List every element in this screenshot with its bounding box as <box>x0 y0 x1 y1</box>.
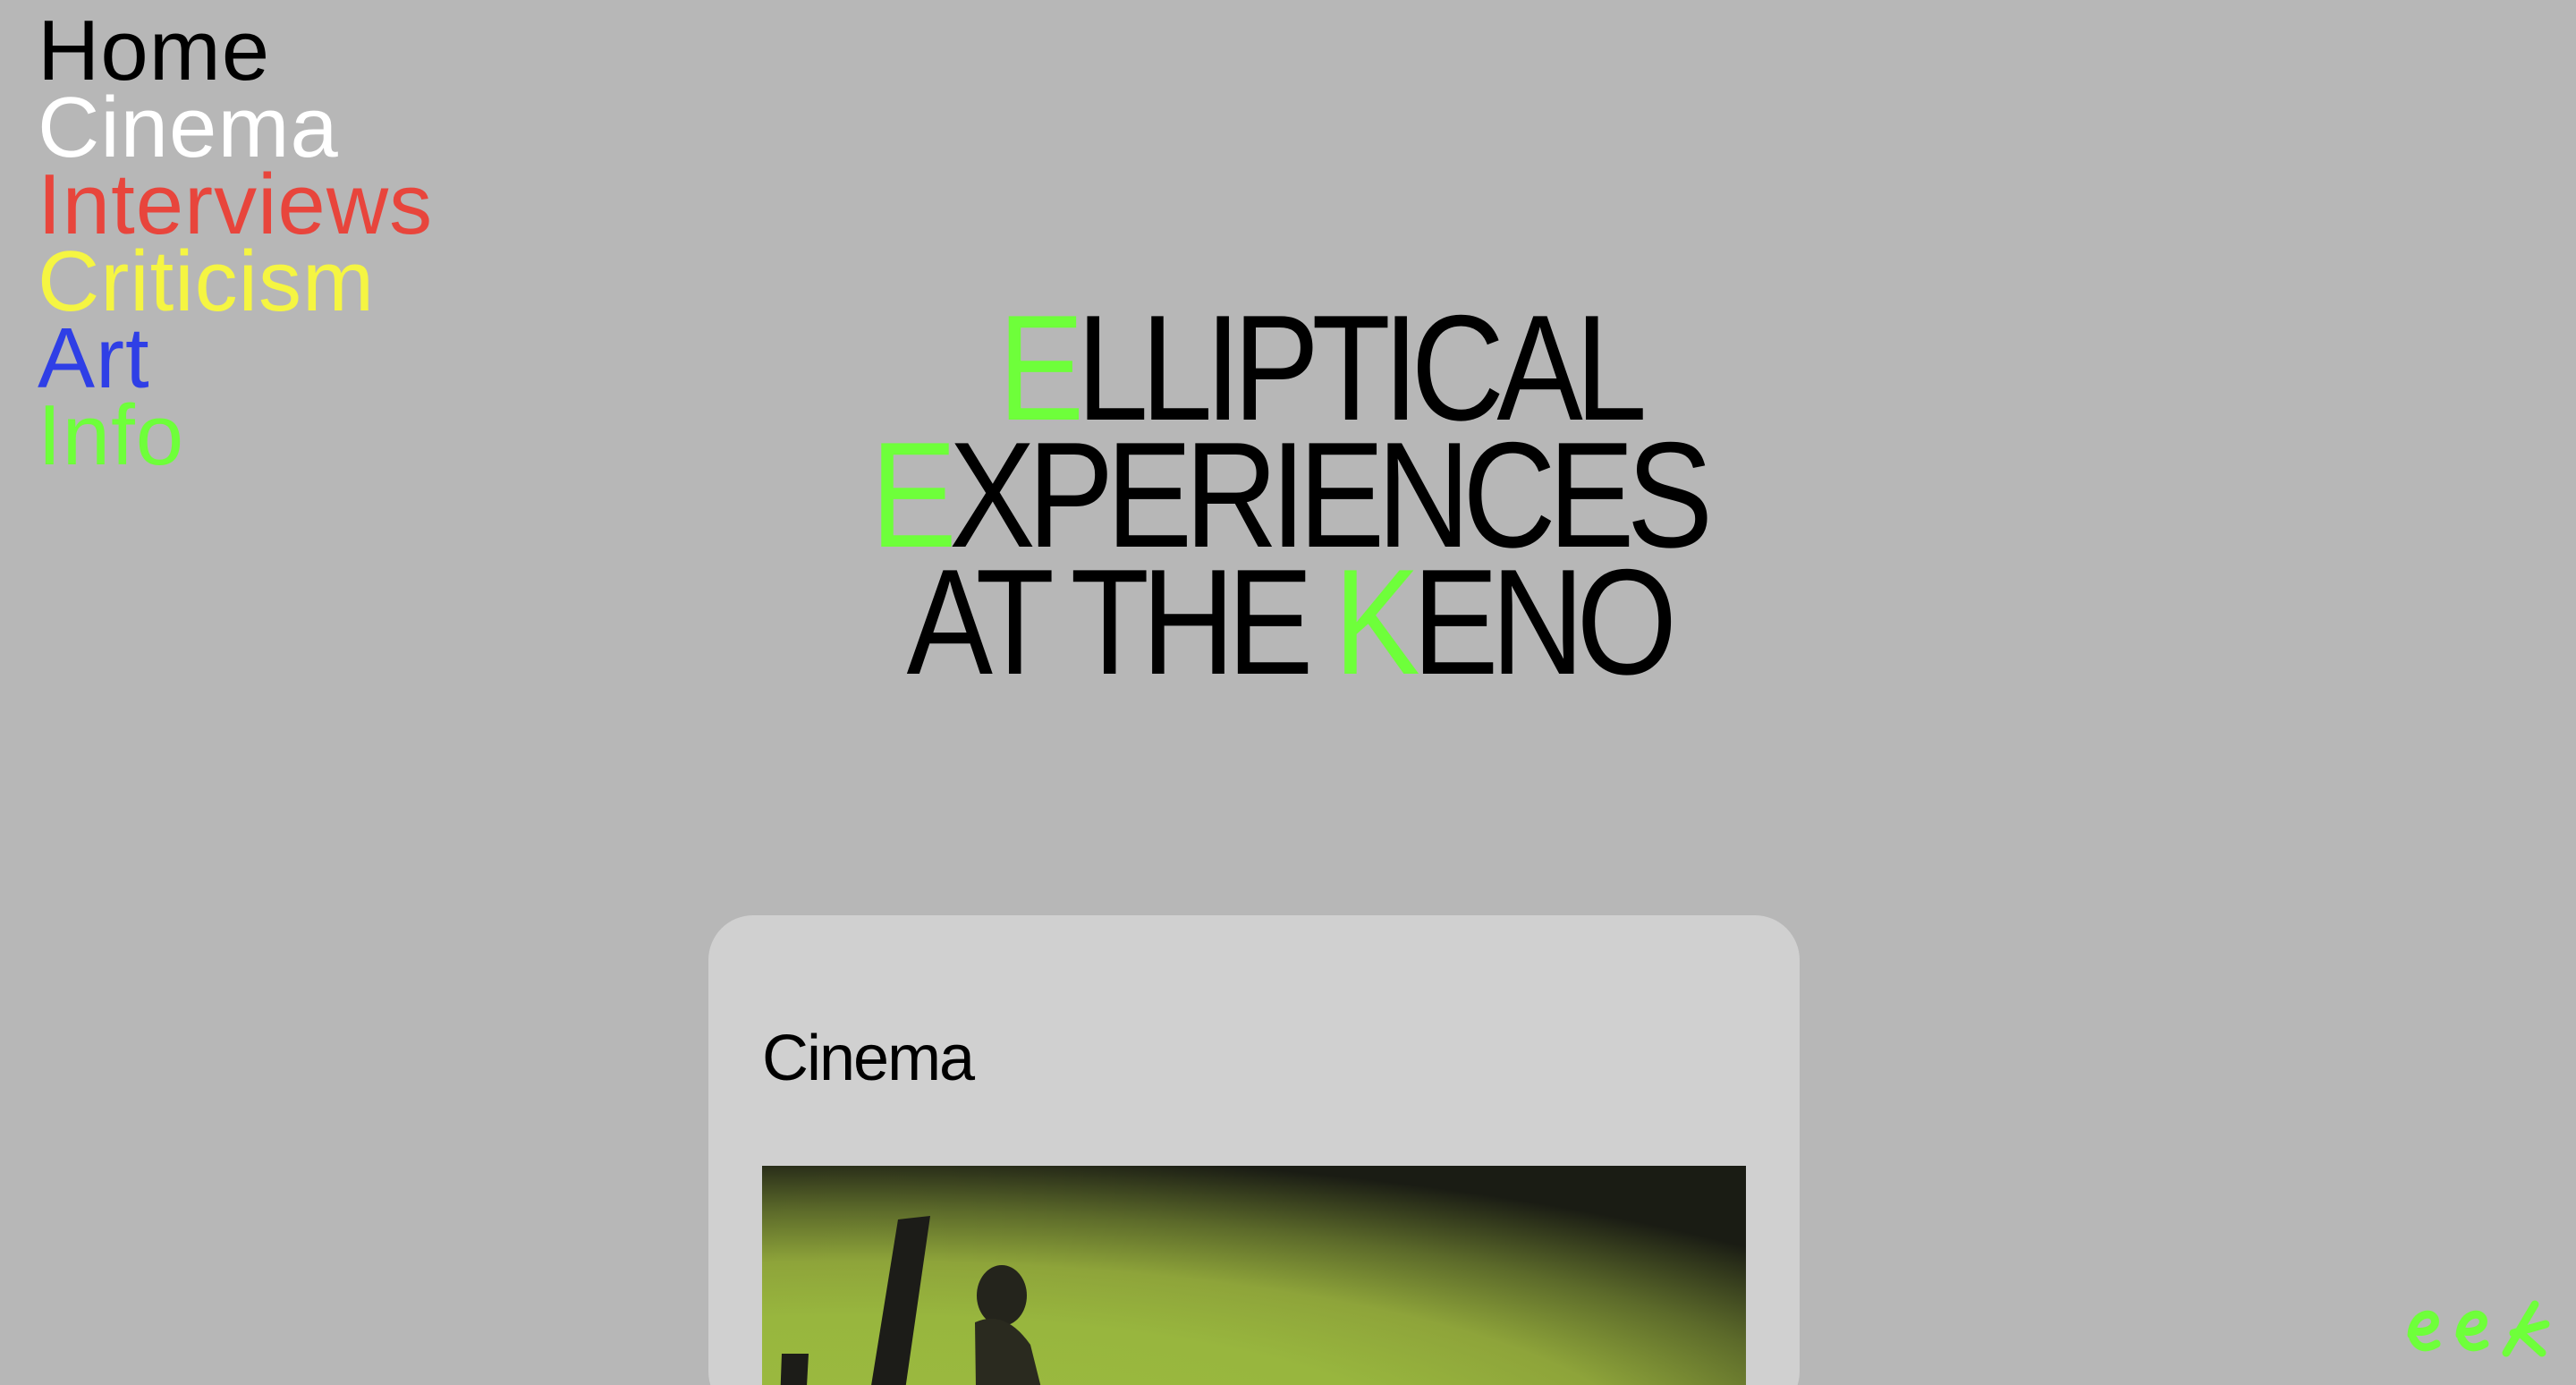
film-still-image[interactable] <box>762 1166 1746 1385</box>
logo-letter-e1 <box>2407 1310 2441 1352</box>
logo-letter-k <box>2502 1300 2550 1357</box>
nav-home-link[interactable]: Home <box>38 8 433 94</box>
title-initial-k: K <box>1334 538 1419 706</box>
nav-cinema-link[interactable]: Cinema <box>38 85 433 171</box>
film-still-silhouettes <box>780 1216 1041 1385</box>
film-still-figure-body <box>975 1319 1041 1385</box>
site-title: ELLIPTICAL EXPERIENCES AT THE KENO <box>181 293 2396 697</box>
logo-letter-e2 <box>2455 1310 2489 1352</box>
cinema-card[interactable]: Cinema <box>708 915 1800 1385</box>
title-words-at-the: AT THE <box>906 538 1335 706</box>
nav-interviews-link[interactable]: Interviews <box>38 162 433 248</box>
eek-logo-icon[interactable] <box>2401 1297 2553 1360</box>
title-word-keno: ENO <box>1412 538 1677 706</box>
title-line-3: AT THE KENO <box>181 547 2396 697</box>
eek-logo-glyphs <box>2407 1300 2550 1357</box>
film-still-post-shape <box>871 1216 930 1385</box>
card-title: Cinema <box>762 1023 975 1094</box>
film-still-figure-head <box>977 1265 1027 1326</box>
film-still-post-shape-small <box>780 1354 809 1385</box>
